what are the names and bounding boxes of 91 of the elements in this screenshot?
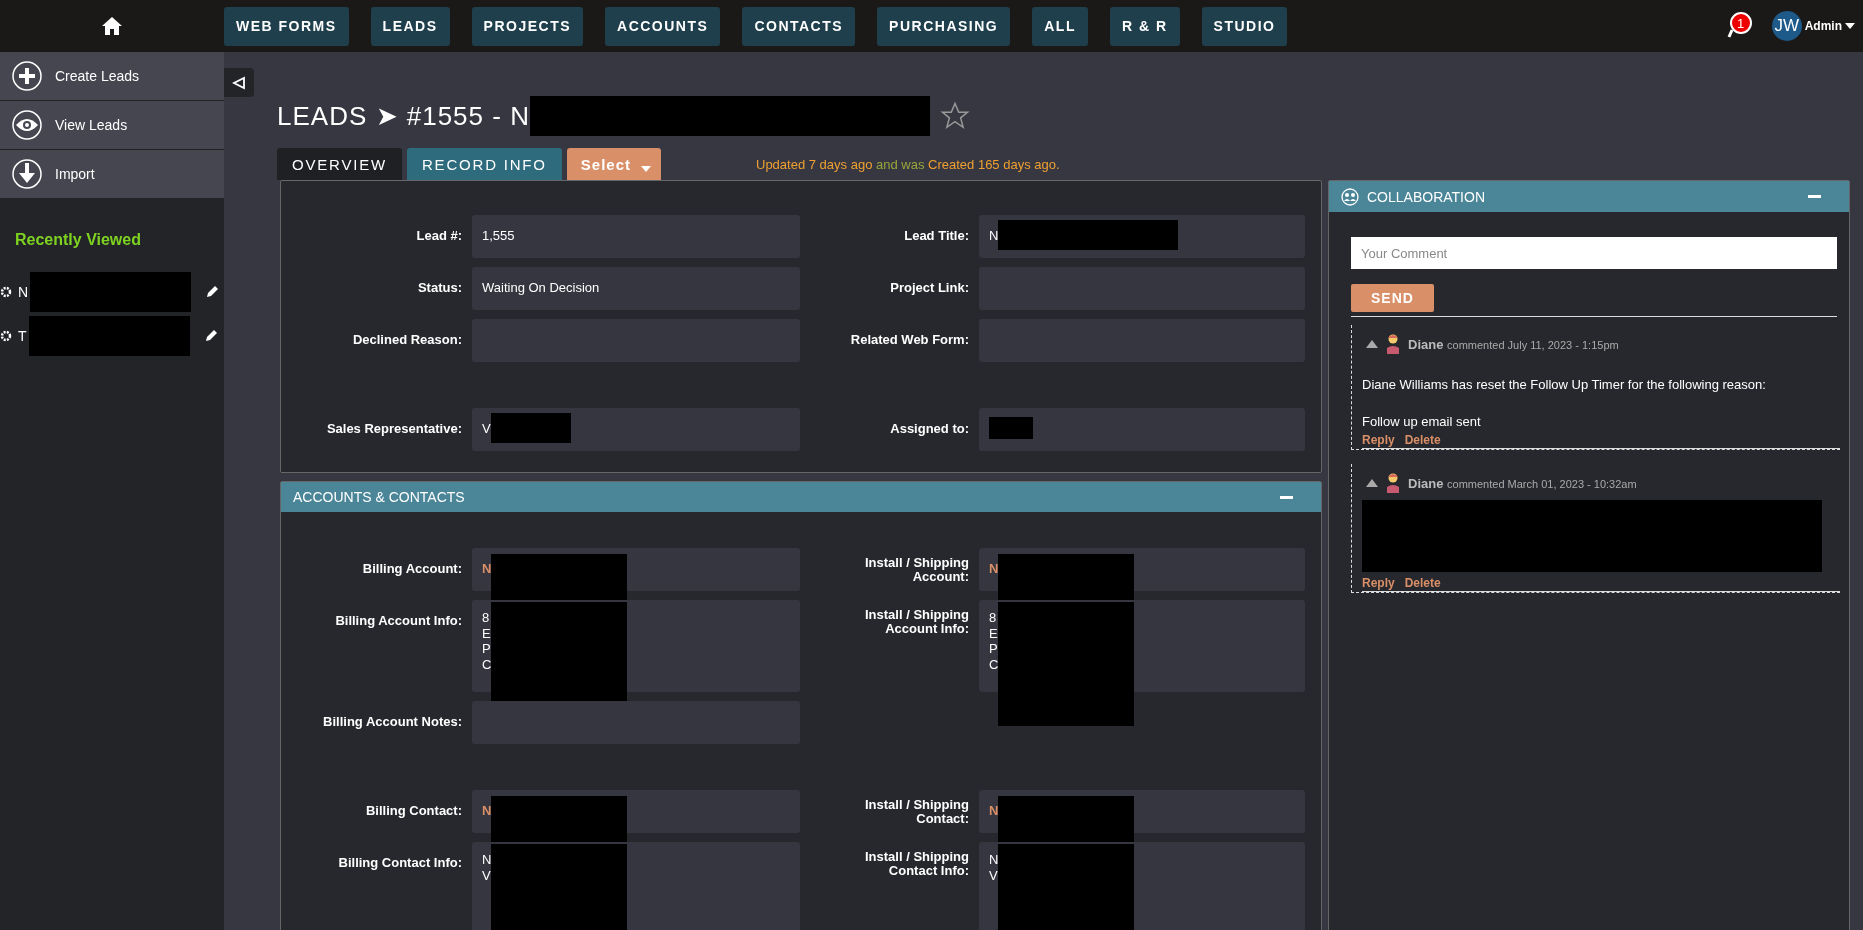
nav-button[interactable]: R & R bbox=[1109, 6, 1180, 46]
record-link[interactable]: N bbox=[989, 803, 999, 818]
field-value: 1,555 bbox=[482, 228, 515, 243]
triangle-icon[interactable] bbox=[232, 75, 246, 90]
field-value: N bbox=[989, 228, 999, 243]
field-label: Billing Account Info: bbox=[334, 612, 462, 628]
gear-icon[interactable] bbox=[0, 330, 12, 342]
action-label[interactable]: Create Leads bbox=[55, 68, 140, 84]
field-label: Install / Shipping Account: bbox=[864, 554, 969, 584]
nav-button[interactable]: PURCHASING bbox=[877, 6, 1011, 46]
sidebar-action[interactable]: Create Leads bbox=[0, 52, 224, 101]
comment-text: Diane Williams has reset the Follow Up Timer for the following reason: bbox=[1362, 377, 1767, 392]
field-value-line: N bbox=[989, 852, 999, 868]
sidebar-action[interactable]: Import bbox=[0, 150, 224, 199]
record-link[interactable]: N bbox=[989, 561, 999, 576]
comment-field[interactable]: Your Comment bbox=[1351, 237, 1837, 269]
field-label: Sales Representative: bbox=[325, 420, 462, 436]
nav-button[interactable]: PROJECTS bbox=[471, 6, 584, 46]
recent-item[interactable]: T bbox=[18, 328, 27, 344]
field-value-line: C bbox=[989, 656, 999, 673]
recent-item[interactable]: N bbox=[18, 284, 29, 300]
nav-button[interactable]: STUDIO bbox=[1201, 6, 1288, 46]
comment-link[interactable]: Reply bbox=[1362, 576, 1395, 590]
caret-icon[interactable] bbox=[1845, 23, 1855, 29]
person-icon bbox=[1386, 333, 1400, 355]
nav-button[interactable]: ACCOUNTS bbox=[605, 6, 721, 46]
field-label: Billing Account: bbox=[361, 560, 462, 576]
comment-meta: Diane commented March 01, 2023 - 10:32am bbox=[1408, 475, 1637, 491]
collapse-arrow-icon[interactable] bbox=[1366, 479, 1378, 487]
pencil-icon[interactable] bbox=[203, 329, 218, 343]
comment-link[interactable]: Delete bbox=[1404, 576, 1441, 590]
field-label: Project Link: bbox=[889, 279, 969, 295]
comment-meta: Diane commented July 11, 2023 - 1:15pm bbox=[1408, 336, 1619, 352]
notification-badge[interactable]: 1 bbox=[1723, 9, 1758, 43]
field-label: Install / Shipping Account Info: bbox=[864, 606, 969, 636]
star-icon[interactable] bbox=[939, 101, 970, 131]
field-value-line: N bbox=[482, 852, 492, 868]
comment-text: Follow up email sent bbox=[1362, 414, 1482, 429]
action-label[interactable]: Import bbox=[55, 166, 95, 182]
eye-icon bbox=[11, 109, 43, 141]
nav-button[interactable]: WEB FORMS bbox=[224, 6, 349, 46]
field-label: Lead #: bbox=[415, 227, 462, 243]
home-icon[interactable] bbox=[102, 17, 122, 35]
nav-button[interactable]: LEADS bbox=[370, 6, 450, 46]
sidebar-action[interactable]: View Leads bbox=[0, 101, 224, 150]
field-value: V bbox=[482, 421, 491, 436]
record-status-text: Updated 7 days ago and was Created 165 days ago. bbox=[756, 156, 1060, 172]
nav-button[interactable]: ALL bbox=[1032, 6, 1088, 46]
field-label: Lead Title: bbox=[903, 227, 969, 243]
user-avatar[interactable]: JW bbox=[1771, 11, 1802, 41]
section-title: Recently Viewed bbox=[14, 230, 142, 250]
field-label: Related Web Form: bbox=[849, 331, 969, 347]
field-value: Waiting On Decision bbox=[482, 280, 600, 295]
group-icon bbox=[1341, 187, 1359, 206]
comment-link[interactable]: Delete bbox=[1404, 433, 1441, 447]
field-label: Billing Contact Info: bbox=[337, 854, 462, 870]
page-title: LEADS ➤ #1555 - N bbox=[277, 100, 530, 132]
field-value-line: C bbox=[482, 656, 492, 673]
field-value-line: 8 bbox=[482, 610, 491, 626]
field-label: Declined Reason: bbox=[351, 331, 462, 347]
field-value-line: V bbox=[482, 867, 492, 884]
gear-icon[interactable] bbox=[0, 286, 12, 298]
plus-icon bbox=[11, 60, 43, 92]
record-link[interactable]: N bbox=[482, 561, 492, 576]
comment-link[interactable]: Reply bbox=[1362, 433, 1395, 447]
action-label[interactable]: View Leads bbox=[55, 117, 128, 133]
field-value-line: E bbox=[482, 625, 492, 642]
collapse-toggle[interactable] bbox=[224, 68, 254, 97]
person-icon bbox=[1386, 472, 1400, 494]
field-value-line: P bbox=[989, 641, 999, 657]
field-value-line: V bbox=[989, 867, 999, 884]
field-label: Assigned to: bbox=[889, 420, 969, 436]
field-label: Install / Shipping Contact: bbox=[864, 796, 969, 826]
pencil-icon[interactable] bbox=[205, 285, 220, 299]
collapse-arrow-icon[interactable] bbox=[1366, 340, 1378, 348]
record-link[interactable]: N bbox=[482, 803, 492, 818]
field-label: Billing Account Notes: bbox=[322, 713, 462, 729]
field-value-line: E bbox=[989, 625, 999, 642]
tab[interactable]: OVERVIEW bbox=[277, 148, 402, 180]
field-value-line: 8 bbox=[989, 610, 998, 626]
panel-title: ACCOUNTS & CONTACTS bbox=[293, 489, 465, 505]
field-label: Billing Contact: bbox=[364, 802, 462, 818]
minus-icon[interactable] bbox=[1280, 495, 1293, 499]
tab[interactable]: RECORD INFO bbox=[407, 148, 562, 180]
field-value-line: P bbox=[482, 641, 492, 657]
field-label: Status: bbox=[416, 279, 462, 295]
download-icon bbox=[11, 158, 43, 190]
panel-title: COLLABORATION bbox=[1367, 188, 1485, 205]
user-name[interactable]: Admin bbox=[1804, 19, 1842, 33]
nav-button[interactable]: CONTACTS bbox=[742, 6, 856, 46]
field-label: Install / Shipping Contact Info: bbox=[864, 848, 969, 878]
